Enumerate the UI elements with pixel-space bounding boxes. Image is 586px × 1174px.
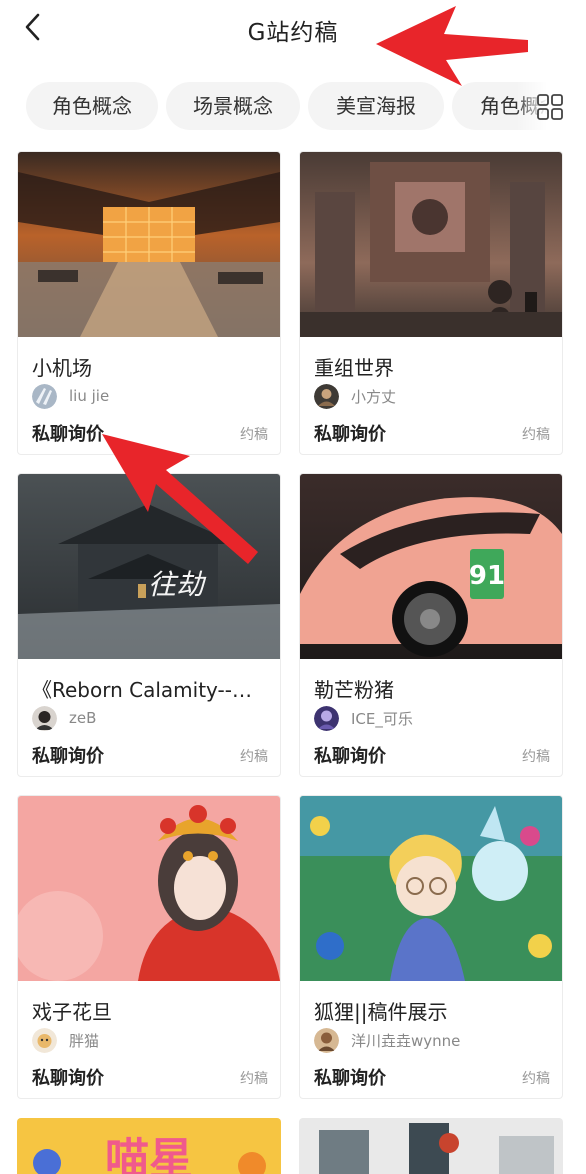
artwork-thumbnail[interactable]: [300, 152, 562, 337]
price-label: 私聊询价: [314, 424, 386, 445]
price-label: 私聊询价: [32, 1068, 104, 1089]
category-tabs: 角色概念 场景概念 美宣海报 角色概念: [0, 82, 586, 132]
artwork-thumbnail[interactable]: [299, 1118, 563, 1174]
author-row[interactable]: 小方丈: [314, 383, 396, 409]
avatar: [314, 1027, 339, 1053]
avatar: [32, 1027, 57, 1053]
race-number: 91: [469, 561, 505, 591]
commission-tag: 约稿: [522, 427, 550, 443]
card-title: 勒芒粉猪: [314, 678, 394, 702]
card-title: 狐狸||稿件展示: [314, 1000, 448, 1024]
card-title: 戏子花旦: [32, 1000, 112, 1024]
author-row[interactable]: 洋川垚垚wynne: [314, 1027, 460, 1053]
page-title: G站约稿: [247, 20, 339, 46]
category-chip[interactable]: 角色概念: [26, 82, 158, 130]
artwork-card[interactable]: 重组世界 小方丈 私聊询价 约稿: [299, 151, 563, 455]
avatar: [314, 383, 339, 409]
artwork-thumbnail[interactable]: 喵星: [17, 1118, 281, 1174]
author-row[interactable]: liu jie: [32, 383, 109, 409]
author-row[interactable]: zeB: [32, 705, 96, 731]
author-row[interactable]: 胖猫: [32, 1027, 99, 1053]
price-label: 私聊询价: [314, 746, 386, 767]
commission-tag: 约稿: [522, 749, 550, 765]
category-chip[interactable]: 美宣海报: [308, 82, 444, 130]
commission-tag: 约稿: [240, 749, 268, 765]
author-name: 小方丈: [351, 387, 397, 406]
artwork-text: 喵星: [105, 1134, 193, 1174]
avatar: [314, 705, 339, 731]
artwork-card[interactable]: 狐狸||稿件展示 洋川垚垚wynne 私聊询价 约稿: [299, 795, 563, 1099]
commission-tag: 约稿: [522, 1071, 550, 1087]
artwork-thumbnail[interactable]: 91: [300, 474, 562, 659]
artwork-calligraphy: 往劫: [148, 568, 207, 601]
artwork-card[interactable]: 91 勒芒粉猪 ICE_可乐 私聊询价 约稿: [299, 473, 563, 777]
artwork-thumbnail[interactable]: [18, 152, 280, 337]
price-label: 私聊询价: [32, 424, 104, 445]
avatar: [32, 705, 57, 731]
commission-tag: 约稿: [240, 1071, 268, 1087]
artwork-card[interactable]: 往劫 《Reborn Calamity--往… zeB 私聊询价 约稿: [17, 473, 281, 777]
commission-tag: 约稿: [240, 427, 268, 443]
artwork-card[interactable]: 小机场 liu jie 私聊询价 约稿: [17, 151, 281, 455]
price-label: 私聊询价: [314, 1068, 386, 1089]
grid-icon[interactable]: [537, 94, 563, 120]
category-chip[interactable]: 场景概念: [166, 82, 300, 130]
author-name: 洋川垚垚wynne: [351, 1031, 461, 1050]
card-title: 重组世界: [314, 356, 394, 380]
author-name: ICE_可乐: [351, 709, 413, 728]
card-title: 《Reborn Calamity--往…: [32, 678, 268, 702]
avatar: [32, 383, 57, 409]
author-name: 胖猫: [69, 1031, 100, 1050]
artwork-thumbnail[interactable]: [300, 796, 562, 981]
author-name: liu jie: [69, 387, 110, 405]
author-name: zeB: [69, 709, 97, 727]
artwork-thumbnail[interactable]: 往劫: [18, 474, 280, 659]
artwork-card[interactable]: 戏子花旦 胖猫 私聊询价 约稿: [17, 795, 281, 1099]
card-title: 小机场: [32, 356, 92, 380]
artwork-card[interactable]: 喵星: [17, 1118, 281, 1174]
artwork-thumbnail[interactable]: [18, 796, 280, 981]
price-label: 私聊询价: [32, 746, 104, 767]
top-bar: G站约稿: [0, 0, 586, 58]
author-row[interactable]: ICE_可乐: [314, 705, 413, 731]
artwork-card[interactable]: [299, 1118, 563, 1174]
